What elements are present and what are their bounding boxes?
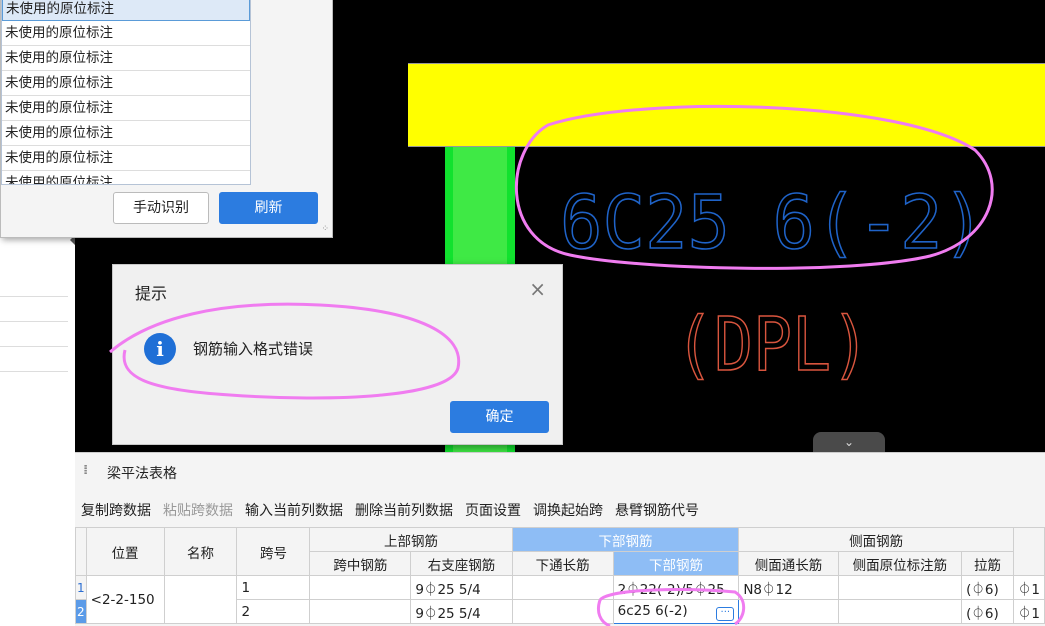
panel-toolbar: 复制跨数据 粘贴跨数据 输入当前列数据 删除当前列数据 页面设置 调换起始跨 悬臂钢筋代号 [81,500,711,520]
cad-beam-code-text: (DPL) [675,302,870,388]
cell-tie[interactable]: (⏀6) [961,599,1014,624]
list-item[interactable]: 未使用的原位标注 [2,96,250,121]
list-item[interactable]: 未使用的原位标注 [2,0,250,21]
table-row[interactable]: 1 <2-2-150 1 9⏀25 5/4 2⏀22(-2)/5⏀25 N8⏀1… [75,575,1045,624]
cell-position[interactable]: <2-2-150 [85,575,165,624]
delete-column-data-button[interactable]: 删除当前列数据 [355,503,453,519]
cell-tie[interactable]: (⏀6) [961,575,1014,600]
cell-side-through[interactable] [738,599,839,624]
header-bottom-rebar-group: 下部钢筋 [511,527,740,552]
header-bottom-through: 下通长筋 [511,551,614,576]
cell-mid-span[interactable] [309,575,412,600]
unused-annotation-list: 未使用的原位标注 未使用的原位标注 未使用的原位标注 未使用的原位标注 未使用的… [1,0,251,185]
cell-side-original[interactable] [837,599,963,624]
cell-bottom-through[interactable] [511,599,614,624]
page-setup-button[interactable]: 页面设置 [465,503,521,519]
header-side-rebar-group: 侧面钢筋 [738,527,1014,552]
cad-rebar-text: 6C25 6(-2) [560,180,985,266]
header-tie: 拉筋 [961,551,1014,576]
list-item[interactable]: 未使用的原位标注 [2,171,250,184]
header-bottom-rebar: 下部钢筋 [612,551,740,576]
cell-mid-span[interactable] [309,599,412,624]
paste-span-data-button[interactable]: 粘贴跨数据 [163,503,233,519]
manual-identify-button[interactable]: 手动识别 [113,192,209,224]
refresh-button[interactable]: 刷新 [219,192,318,224]
header-span: 跨号 [236,527,311,576]
cell-bottom-rebar[interactable]: 2⏀22(-2)/5⏀25 [612,575,740,600]
resize-grip-icon[interactable]: ⁘ [321,225,329,234]
list-item[interactable]: 未使用的原位标注 [2,21,250,46]
alert-dialog: 提示 × i 钢筋输入格式错误 确定 [112,264,563,445]
list-item[interactable]: 未使用的原位标注 [2,146,250,171]
header-position: 位置 [85,527,165,576]
header-top-rebar-group: 上部钢筋 [309,527,513,552]
list-item[interactable]: 未使用的原位标注 [2,121,250,146]
cell-side-through[interactable]: N8⏀12 [738,575,839,600]
dialog-message: 钢筋输入格式错误 [193,340,314,358]
input-column-data-button[interactable]: 输入当前列数据 [245,503,343,519]
cell-bottom-through[interactable] [511,575,614,600]
cell-right-support[interactable]: 9⏀25 5/4 [410,599,513,624]
more-options-icon[interactable]: ··· [716,606,735,621]
corner-cell [75,527,87,576]
row-number[interactable]: 1 [75,575,87,600]
cell-bottom-rebar-editing[interactable]: 6c25 6(-2) ··· [612,599,740,624]
info-icon: i [144,333,176,365]
panel-title: 梁平法表格 [107,466,177,482]
row-number[interactable]: 2 [75,599,87,624]
cell-name[interactable] [163,575,238,624]
header-name: 名称 [163,527,238,576]
copy-span-data-button[interactable]: 复制跨数据 [81,503,151,519]
unused-annotation-popup: 未使用的原位标注 未使用的原位标注 未使用的原位标注 未使用的原位标注 未使用的… [0,0,333,238]
list-item[interactable]: 未使用的原位标注 [2,71,250,96]
header-extra [1012,527,1045,576]
header-side-through: 侧面通长筋 [738,551,839,576]
swap-start-span-button[interactable]: 调换起始跨 [533,503,603,519]
beam-table-panel: ⁞⁞ 梁平法表格 复制跨数据 粘贴跨数据 输入当前列数据 删除当前列数据 页面设置 调换起… [75,452,1045,626]
cell-span[interactable]: 2 [236,599,311,624]
beam-table: 位置 名称 跨号 上部钢筋 下部钢筋 侧面钢筋 跨中钢筋 右支座钢筋 下通长筋 … [75,527,1045,624]
cell-right-support[interactable]: 9⏀25 5/4 [410,575,513,600]
cell-extra[interactable]: ⏀1 [1012,575,1045,600]
close-icon[interactable]: × [529,277,546,301]
dialog-title: 提示 [135,284,168,303]
cell-side-original[interactable] [837,575,963,600]
cantilever-rebar-code-button[interactable]: 悬臂钢筋代号 [615,503,699,519]
header-right-support: 右支座钢筋 [410,551,513,576]
cell-bottom-rebar-value[interactable]: 6c25 6(-2) [618,603,688,619]
list-item[interactable]: 未使用的原位标注 [2,46,250,71]
header-side-original: 侧面原位标注筋 [837,551,963,576]
chevron-down-icon[interactable]: ⌄ [813,432,885,452]
ok-button[interactable]: 确定 [450,401,549,433]
cell-extra[interactable]: ⏀1 [1012,599,1045,624]
header-mid-span: 跨中钢筋 [309,551,412,576]
drag-handle-icon[interactable]: ⁞⁞ [83,463,89,478]
cell-span[interactable]: 1 [236,575,311,600]
